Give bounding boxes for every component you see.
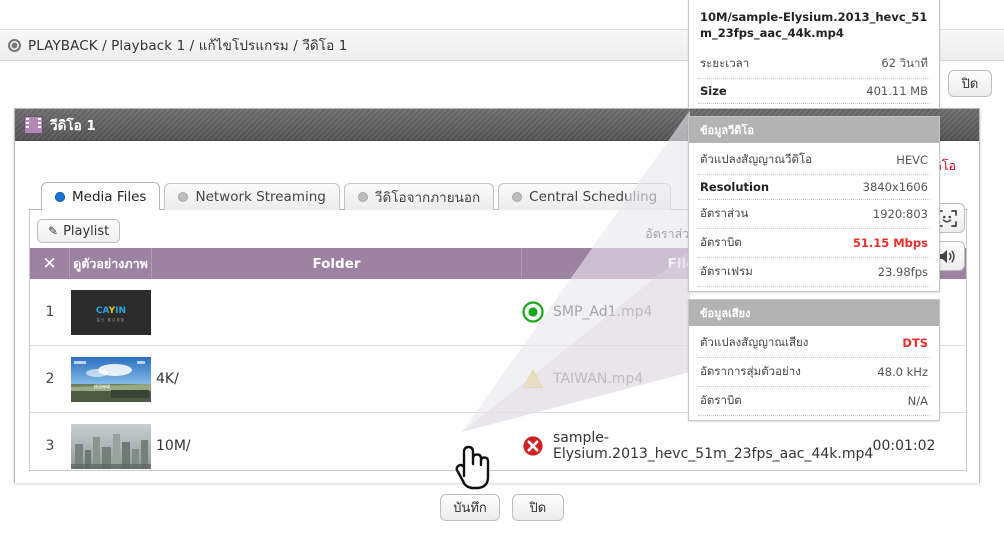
- tab-label: วีดิโอจากภายนอก: [374, 190, 481, 206]
- tooltip-row: ตัวแปลงสัญญาณเสียง DTS: [698, 329, 930, 359]
- save-button[interactable]: บันทึก: [440, 494, 500, 521]
- tooltip-row: ตัวแปลงสัญญาณวีดิโอ HEVC: [698, 146, 930, 176]
- row-number: 3: [45, 438, 55, 454]
- tooltip-key: ระยะเวลา: [700, 56, 750, 71]
- record-dot-icon: [8, 38, 21, 52]
- tab-network-streaming[interactable]: Network Streaming: [164, 183, 340, 210]
- tooltip-key: Resolution: [700, 180, 770, 195]
- tooltip-value: 23.98fps: [877, 265, 928, 280]
- table-header-folder: Folder: [152, 248, 522, 279]
- tab-label: Central Scheduling: [529, 189, 658, 205]
- radio-icon: [512, 192, 523, 202]
- taiwan-airport-thumb: 桃園機場: [71, 356, 151, 402]
- row-folder: 10M/: [156, 438, 191, 454]
- status-error-icon: [523, 436, 543, 456]
- tooltip-row: อัตราบิต N/A: [698, 387, 930, 417]
- row-thumbnail: CAYIN 铭仕 数位看板: [70, 279, 152, 345]
- tab-external-video[interactable]: วีดิโอจากภายนอก: [343, 183, 495, 210]
- tooltip-key: Size: [700, 84, 727, 99]
- tab-label: Network Streaming: [195, 189, 326, 205]
- tooltip-key: อัตราเฟรม: [700, 264, 753, 279]
- tooltip-key: อัตราการสุ่มตัวอย่าง: [700, 364, 801, 379]
- close-button-top[interactable]: ปิด: [948, 70, 992, 97]
- tooltip-audio-card: ข้อมูลเสียง ตัวแปลงสัญญาณเสียง DTS อัตรา…: [688, 299, 940, 422]
- playlist-button[interactable]: ✎ Playlist: [37, 219, 121, 243]
- tooltip-filename: 10M/sample-Elysium.2013_hevc_51m_23fps_a…: [700, 10, 928, 40]
- tooltip-row: อัตราเฟรม 23.98fps: [698, 258, 930, 288]
- radio-icon: [55, 191, 65, 202]
- tooltip-row: ระยะเวลา 62 วินาที: [698, 50, 930, 80]
- tab-label: Media Files: [72, 188, 147, 205]
- svg-text:CAYIN: CAYIN: [96, 306, 126, 316]
- row-thumbnail: [70, 413, 152, 479]
- tooltip-value: DTS: [902, 336, 928, 351]
- preview-face-icon: [937, 209, 957, 227]
- dialog-footer: บันทึก ปิด: [0, 494, 1004, 521]
- row-folder: 4K/: [156, 371, 179, 387]
- row-file-name: sample-Elysium.2013_hevc_51m_23fps_aac_4…: [553, 430, 874, 462]
- svg-text:桃園機場: 桃園機場: [94, 383, 110, 389]
- row-file-name: TAIWAN.mp4: [553, 371, 644, 387]
- row-folder: [152, 279, 522, 345]
- film-icon: [24, 115, 43, 134]
- status-warning-icon: [522, 369, 544, 389]
- tooltip-key: อัตราบิต: [700, 393, 742, 408]
- dialog-title: วีดิโอ 1: [50, 117, 96, 134]
- status-ok-icon: [522, 301, 544, 323]
- tooltip-key: ตัวแปลงสัญญาณเสียง: [700, 335, 809, 350]
- table-header-thumbnail: ดูตัวอย่างภาพ: [70, 248, 152, 279]
- cayin-logo-thumb: CAYIN 铭仕 数位看板: [71, 289, 151, 335]
- playlist-button-label: Playlist: [63, 223, 110, 239]
- tooltip-value: N/A: [907, 394, 928, 409]
- svg-text:铭仕 数位看板: 铭仕 数位看板: [97, 317, 126, 322]
- breadcrumb-text: PLAYBACK / Playback 1 / แก้ไขโปรแกรม / ว…: [28, 38, 348, 54]
- tooltip-video-card: ข้อมูลวีดิโอ ตัวแปลงสัญญาณวีดิโอ HEVC Re…: [688, 116, 940, 293]
- tooltip-video-section-title: ข้อมูลวีดิโอ: [689, 117, 939, 144]
- radio-icon: [357, 192, 368, 202]
- close-button[interactable]: ปิด: [511, 494, 564, 521]
- tooltip-key: อัตราส่วน: [700, 206, 749, 221]
- row-number: 2: [45, 371, 55, 387]
- tooltip-value: 48.0 kHz: [877, 365, 928, 380]
- tooltip-value: 1920:803: [872, 207, 928, 222]
- tooltip-value: 3840x1606: [862, 180, 928, 195]
- tooltip-row: อัตราส่วน 1920:803: [698, 200, 930, 230]
- tooltip-row: Resolution 3840x1606: [698, 175, 930, 201]
- row-thumbnail: 桃園機場: [70, 346, 152, 412]
- tooltip-value: 62 วินาที: [881, 56, 928, 71]
- media-info-tooltip: 10M/sample-Elysium.2013_hevc_51m_23fps_a…: [688, 0, 940, 428]
- city-skyline-thumb: [71, 423, 151, 469]
- tooltip-audio-section-title: ข้อมูลเสียง: [689, 300, 939, 327]
- tooltip-row: อัตราการสุ่มตัวอย่าง 48.0 kHz: [698, 358, 930, 388]
- row-file-name: SMP_Ad1.mp4: [553, 304, 653, 320]
- tooltip-row: Size 401.11 MB: [698, 79, 930, 105]
- clear-all-icon[interactable]: ✕: [42, 254, 56, 274]
- tooltip-value: 51.15 Mbps: [852, 236, 928, 251]
- tooltip-general-card: 10M/sample-Elysium.2013_hevc_51m_23fps_a…: [688, 0, 940, 110]
- tooltip-value: 401.11 MB: [866, 84, 928, 99]
- volume-icon: [939, 249, 955, 263]
- table-header-select[interactable]: ✕: [30, 248, 70, 279]
- tooltip-value: HEVC: [896, 153, 928, 168]
- tooltip-row: อัตราบิต 51.15 Mbps: [698, 229, 930, 259]
- row-number: 1: [45, 304, 55, 320]
- tooltip-key: อัตราบิต: [700, 235, 742, 250]
- tab-central-scheduling[interactable]: Central Scheduling: [498, 183, 672, 210]
- tab-bar: Media Files Network Streaming วีดิโอจากภ…: [41, 182, 675, 210]
- radio-icon: [178, 192, 189, 202]
- pencil-icon: ✎: [48, 224, 59, 238]
- tooltip-key: ตัวแปลงสัญญาณวีดิโอ: [700, 152, 813, 167]
- tab-media-files[interactable]: Media Files: [41, 182, 161, 210]
